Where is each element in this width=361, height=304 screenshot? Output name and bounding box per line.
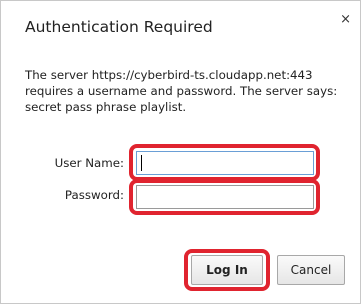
text-caret (141, 155, 142, 171)
auth-dialog: × Authentication Required The server htt… (0, 0, 361, 304)
cancel-button[interactable]: Cancel (277, 255, 345, 285)
dialog-title: Authentication Required (25, 18, 213, 36)
message-line: The server https://cyberbird-ts.cloudapp… (25, 68, 313, 82)
username-input[interactable] (136, 151, 314, 175)
close-icon[interactable]: × (340, 13, 351, 26)
password-label: Password: (64, 188, 124, 202)
message-line: secret pass phrase playlist. (25, 100, 187, 114)
message-line: requires a username and password. The se… (25, 84, 338, 98)
username-label: User Name: (54, 156, 124, 170)
password-input[interactable] (136, 185, 314, 209)
server-message: The server https://cyberbird-ts.cloudapp… (25, 67, 355, 115)
login-button[interactable]: Log In (191, 255, 263, 285)
